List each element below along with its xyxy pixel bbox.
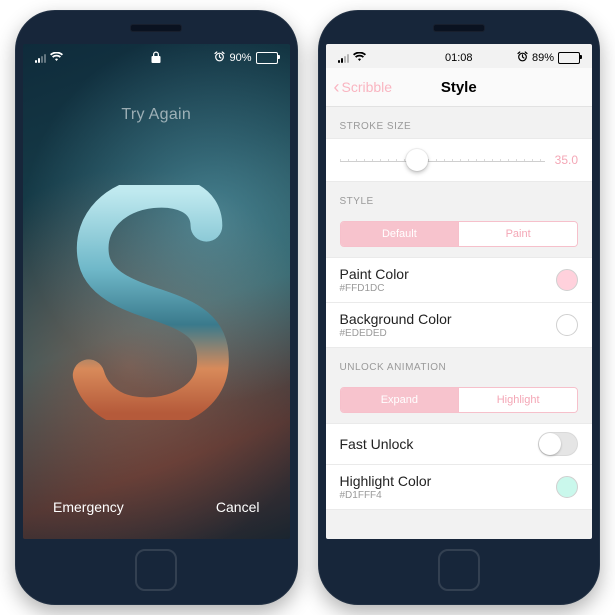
home-button[interactable] [438, 549, 480, 591]
background-color-swatch[interactable] [556, 314, 578, 336]
unlock-segmented-control[interactable]: ExpandHighlight [340, 387, 579, 413]
battery-percent: 90% [229, 52, 251, 64]
segment-highlight[interactable]: Highlight [458, 388, 577, 412]
highlight-color-hex: #D1FFF4 [340, 490, 432, 501]
lock-prompt: Try Again [121, 106, 191, 124]
paint-color-swatch[interactable] [556, 269, 578, 291]
status-bar: 01:08 89% [326, 44, 593, 68]
home-button[interactable] [135, 549, 177, 591]
stroke-size-slider[interactable]: 35.0 [326, 138, 593, 182]
background-color-cell[interactable]: Background Color #EDEDED [326, 303, 593, 348]
section-header-unlock: Unlock Animation [326, 348, 593, 379]
style-segmented-control[interactable]: DefaultPaint [340, 221, 579, 247]
lockscreen: 90% Try Again [23, 44, 290, 539]
section-header-stroke: Stroke Size [326, 107, 593, 138]
back-button[interactable]: ‹ Scribble [334, 78, 393, 96]
stroke-size-value: 35.0 [555, 153, 578, 167]
status-time: 01:08 [445, 52, 473, 64]
fast-unlock-toggle[interactable] [538, 432, 578, 456]
paint-color-label: Paint Color [340, 266, 409, 282]
alarm-icon [517, 51, 528, 65]
alarm-icon [214, 51, 225, 65]
settings-screen: 01:08 89% ‹ Scribble Style [326, 44, 593, 539]
lock-icon [152, 51, 161, 66]
segment-default[interactable]: Default [341, 222, 459, 246]
battery-icon [256, 52, 278, 64]
highlight-color-label: Highlight Color [340, 473, 432, 489]
wifi-icon [353, 52, 366, 65]
status-bar: 90% [23, 44, 290, 68]
paint-color-cell[interactable]: Paint Color #FFD1DC [326, 257, 593, 303]
phone-speaker [130, 24, 182, 32]
battery-percent: 89% [532, 52, 554, 64]
signal-strength-icon [35, 53, 46, 63]
phone-speaker [433, 24, 485, 32]
navbar: ‹ Scribble Style [326, 68, 593, 107]
back-label: Scribble [342, 79, 393, 95]
segment-paint[interactable]: Paint [458, 222, 577, 246]
signal-strength-icon [338, 53, 349, 63]
emergency-button[interactable]: Emergency [53, 499, 124, 515]
paint-color-hex: #FFD1DC [340, 283, 409, 294]
section-header-style: Style [326, 182, 593, 213]
chevron-left-icon: ‹ [334, 78, 340, 96]
page-title: Style [441, 79, 477, 96]
wifi-icon [50, 52, 63, 65]
phone-right-settings: 01:08 89% ‹ Scribble Style [318, 10, 601, 605]
fast-unlock-cell: Fast Unlock [326, 423, 593, 465]
phone-left-lockscreen: 90% Try Again [15, 10, 298, 605]
slider-thumb[interactable] [406, 149, 428, 171]
background-color-label: Background Color [340, 311, 452, 327]
cancel-button[interactable]: Cancel [216, 499, 260, 515]
background-color-hex: #EDEDED [340, 328, 452, 339]
segment-expand[interactable]: Expand [341, 388, 459, 412]
battery-icon [558, 52, 580, 64]
highlight-color-cell[interactable]: Highlight Color #D1FFF4 [326, 465, 593, 510]
fast-unlock-label: Fast Unlock [340, 436, 414, 452]
scribble-letter[interactable] [23, 124, 290, 481]
highlight-color-swatch[interactable] [556, 476, 578, 498]
